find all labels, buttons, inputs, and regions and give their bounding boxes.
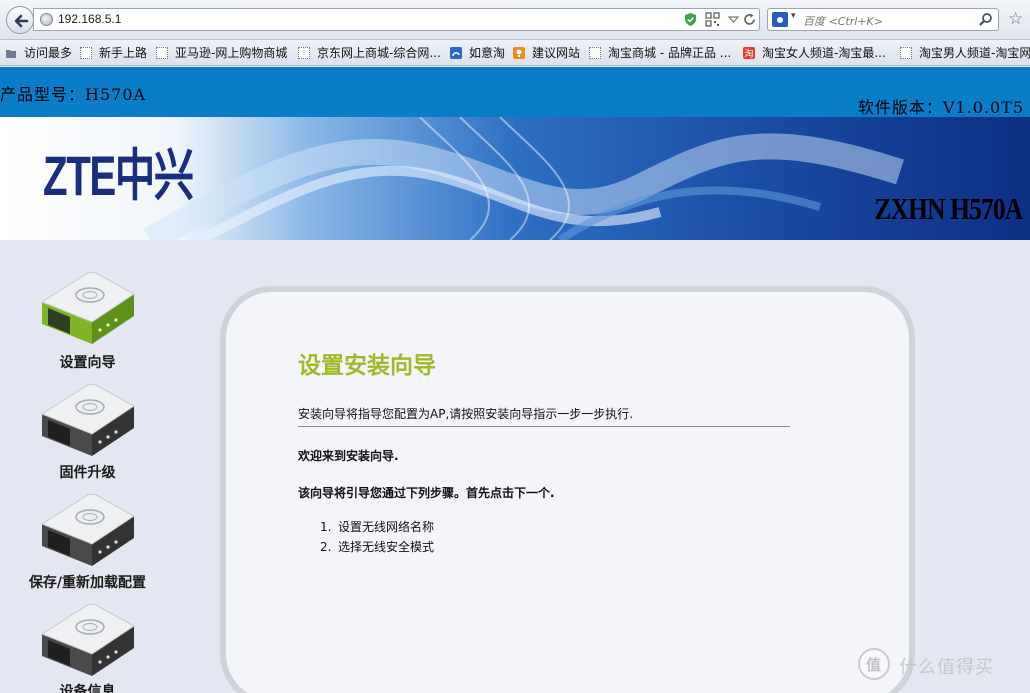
content-area: 设置向导 固件升级 保存/重新加载配置 设备信息 设置安装向导 安装向导将指导您… bbox=[0, 240, 1030, 693]
search-placeholder: 百度 <Ctrl+K> bbox=[803, 15, 883, 28]
baidu-icon[interactable] bbox=[772, 12, 788, 27]
watermark-text: 什么值得买 bbox=[899, 657, 994, 678]
bookmark-item[interactable]: 访问最多 bbox=[5, 44, 77, 62]
folder-icon bbox=[6, 50, 16, 58]
nav-label: 设置向导 bbox=[59, 355, 116, 371]
zte-logo: ZTE中兴 bbox=[43, 144, 194, 207]
bookmarks-bar: 访问最多 新手上路 亚马逊-网上购物商城 京东网上商城-综合网... 如意淘 建… bbox=[0, 40, 1030, 66]
nav-label: 保存/重新加载配置 bbox=[28, 575, 147, 591]
bookmark-item[interactable]: 如意淘 bbox=[450, 44, 510, 62]
banner-model: ZXHN H570A bbox=[874, 191, 1023, 226]
page-icon bbox=[80, 47, 92, 59]
nav-firmware-upgrade[interactable]: 固件升级 bbox=[0, 376, 175, 486]
taobao-icon: 淘 bbox=[743, 47, 755, 59]
page-icon bbox=[298, 47, 310, 59]
bookmark-label: 如意淘 bbox=[469, 46, 506, 60]
router-green-icon bbox=[40, 271, 135, 344]
engine-dropdown-icon[interactable]: ▾ bbox=[791, 11, 796, 21]
wizard-intro: 安装向导将指导您配置为AP,请按照安装向导指示一步一步执行. bbox=[298, 407, 634, 421]
step-label: 设置无线网络名称 bbox=[338, 520, 435, 534]
router-icon bbox=[40, 383, 135, 456]
globe-icon bbox=[40, 13, 53, 26]
nav-label: 固件升级 bbox=[59, 465, 116, 481]
router-icon bbox=[40, 493, 135, 566]
nav-setup-wizard[interactable]: 设置向导 bbox=[0, 264, 175, 376]
page-icon bbox=[589, 47, 601, 59]
bookmark-item[interactable]: 亚马逊-网上购物商城 bbox=[156, 44, 294, 62]
search-icon[interactable] bbox=[978, 12, 993, 27]
software-version: 软件版本：V1.0.0T5 bbox=[857, 98, 1024, 117]
address-bar[interactable]: 192.168.5.1 bbox=[33, 8, 760, 31]
bookmark-label: 京东网上商城-综合网... bbox=[317, 46, 441, 60]
shield-icon[interactable] bbox=[683, 12, 698, 27]
dropdown-arrow-icon[interactable] bbox=[726, 12, 741, 27]
product-model: 产品型号：H570A bbox=[0, 85, 147, 104]
bookmark-item[interactable]: 淘 淘宝女人频道-淘宝最... bbox=[743, 44, 893, 62]
smzdm-logo-icon bbox=[858, 648, 890, 680]
watermark: 什么值得买 bbox=[858, 648, 1030, 688]
bookmark-label: 新手上路 bbox=[99, 46, 148, 60]
wizard-steps-list: 1. 设置无线网络名称 2. 选择无线安全模式 bbox=[320, 517, 434, 557]
bookmark-label: 淘宝男人频道-淘宝网 bbox=[919, 46, 1030, 60]
bookmark-label: 亚马逊-网上购物商城 bbox=[175, 46, 288, 60]
arrow-left-icon bbox=[14, 14, 29, 28]
bookmark-item[interactable]: 新手上路 bbox=[80, 44, 152, 62]
bookmark-item[interactable]: 建议网站 bbox=[513, 44, 585, 62]
page-icon bbox=[156, 47, 168, 59]
step-label: 选择无线安全模式 bbox=[338, 540, 435, 554]
browser-toolbar: 192.168.5.1 ▾ 百度 <Ctrl+K> ☆ bbox=[0, 0, 1030, 40]
wizard-steps-intro: 该向导将引导您通过下列步骤。首先点击下一个. bbox=[298, 486, 555, 500]
nav-device-info[interactable]: 设备信息 bbox=[0, 596, 175, 693]
brand-banner: ZTE中兴 ZXHN H570A bbox=[0, 117, 1030, 240]
bookmark-label: 淘宝女人频道-淘宝最... bbox=[762, 46, 886, 60]
wizard-panel: 设置安装向导 安装向导将指导您配置为AP,请按照安装向导指示一步一步执行. 欢迎… bbox=[220, 286, 915, 693]
list-item: 1. 设置无线网络名称 bbox=[320, 520, 435, 534]
bookmark-item[interactable]: 淘宝男人频道-淘宝网 bbox=[900, 44, 1030, 62]
nav-label: 设备信息 bbox=[59, 684, 116, 693]
nav-save-reload-config[interactable]: 保存/重新加载配置 bbox=[0, 486, 175, 596]
bookmark-item[interactable]: 京东网上商城-综合网... bbox=[298, 44, 446, 62]
bookmark-label: 访问最多 bbox=[24, 46, 73, 60]
bookmark-label: 淘宝商城 - 品牌正品 ... bbox=[608, 46, 732, 60]
ruyitao-icon bbox=[450, 47, 462, 59]
suggest-icon bbox=[513, 47, 525, 59]
svg-text:淘: 淘 bbox=[744, 48, 753, 60]
divider bbox=[298, 426, 790, 427]
url-text[interactable]: 192.168.5.1 bbox=[58, 12, 121, 26]
wizard-welcome: 欢迎来到安装向导. bbox=[298, 449, 399, 463]
model-header: 产品型号：H570A 软件版本：V1.0.0T5 bbox=[0, 67, 1030, 117]
wizard-title: 设置安装向导 bbox=[298, 353, 436, 379]
page-icon bbox=[900, 47, 912, 59]
bookmark-item[interactable]: 淘宝商城 - 品牌正品 ... bbox=[589, 44, 737, 62]
router-icon bbox=[40, 603, 135, 676]
qr-code-icon[interactable] bbox=[705, 12, 720, 27]
reload-icon[interactable] bbox=[742, 12, 757, 27]
bookmark-label: 建议网站 bbox=[532, 46, 581, 60]
list-item: 2. 选择无线安全模式 bbox=[320, 540, 435, 554]
bookmark-star-icon[interactable]: ☆ bbox=[1008, 9, 1023, 29]
search-box[interactable]: ▾ 百度 <Ctrl+K> bbox=[767, 8, 999, 31]
back-button[interactable] bbox=[6, 6, 34, 34]
